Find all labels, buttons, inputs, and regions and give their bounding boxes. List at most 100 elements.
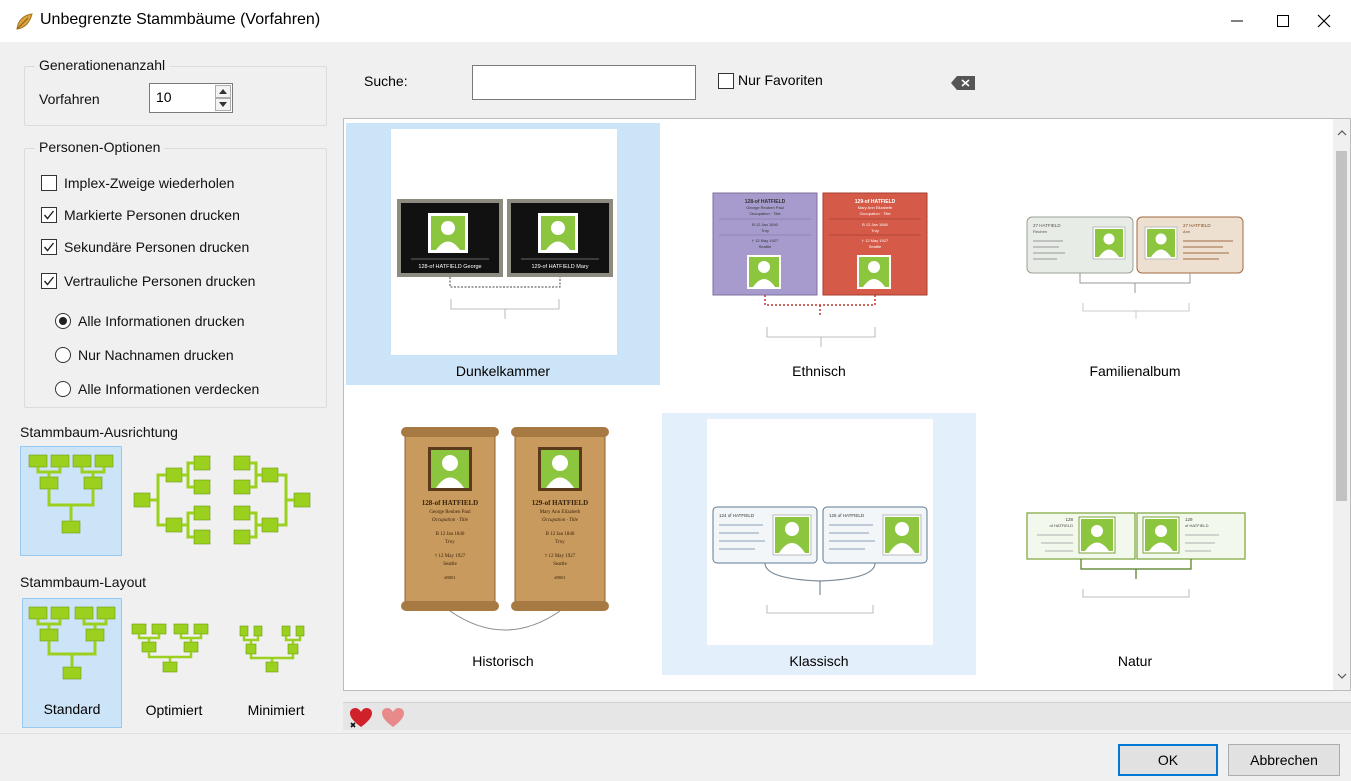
favorites-only-checkbox[interactable] — [718, 73, 734, 89]
historisch-left-name: George Reuben Paul — [429, 510, 471, 515]
ancestors-stepper[interactable]: 10 — [149, 83, 233, 113]
scroll-up-button[interactable] — [1333, 123, 1350, 143]
checkmark-icon — [43, 276, 55, 286]
gallery-scrollbar[interactable] — [1333, 119, 1350, 690]
template-tile-dunkelkammer[interactable]: 128-of HATFIELD George 129-of HATFIELD M… — [346, 123, 660, 385]
familienalbum-right-sub: Ann — [1183, 229, 1190, 234]
historisch-left-born: B 12 Jan 1840 — [436, 532, 465, 537]
historisch-left-id: #0001 — [444, 575, 455, 580]
familienalbum-right-title: 27 HATFIELD — [1183, 223, 1211, 228]
historisch-right-death-place: Seattle — [553, 562, 567, 567]
close-button[interactable] — [1301, 0, 1347, 42]
historisch-right-name: Mary Ann Elizabeth — [540, 510, 581, 515]
template-name: Dunkelkammer — [455, 363, 551, 379]
search-label: Suche: — [364, 73, 408, 89]
familienalbum-left-sub: Reuben — [1033, 229, 1047, 234]
secondary-persons-checkbox[interactable] — [41, 239, 57, 255]
confidential-persons-checkbox[interactable] — [41, 273, 57, 289]
template-thumbnail: 128-of HATFIELD George Reuben Paul Occup… — [391, 419, 617, 645]
layout-optimized-icon — [131, 623, 209, 673]
title-bar: Unbegrenzte Stammbäume (Vorfahren) — [0, 0, 1351, 42]
orientation-left-right[interactable] — [224, 446, 318, 556]
radio-all-info-label[interactable]: Alle Informationen drucken — [78, 313, 245, 329]
favorite-heart-icon[interactable] — [381, 707, 405, 729]
ethnic-preview: 128-of HATFIELD George Reuben Paul Occup… — [712, 192, 928, 347]
search-input[interactable] — [472, 65, 696, 100]
tree-top-down-icon — [28, 454, 114, 534]
scrollbar-thumb[interactable] — [1336, 151, 1347, 501]
clear-search-icon[interactable] — [951, 75, 977, 91]
ethnisch-left-name: George Reuben Paul — [746, 205, 784, 210]
scroll-down-button[interactable] — [1333, 666, 1350, 686]
radio-surnames-only-label[interactable]: Nur Nachnamen drucken — [78, 347, 234, 363]
checkmark-icon — [43, 242, 55, 252]
template-tile-ethnisch[interactable]: 128-of HATFIELD George Reuben Paul Occup… — [662, 123, 976, 385]
ethnisch-right-died: † 12 May 1927 — [862, 238, 889, 243]
implex-label[interactable]: Implex-Zweige wiederholen — [64, 175, 234, 191]
template-gallery[interactable]: 128-of HATFIELD George 129-of HATFIELD M… — [343, 118, 1351, 691]
confidential-persons-label[interactable]: Vertrauliche Personen drucken — [64, 273, 255, 289]
layout-minimized-icon — [239, 625, 305, 673]
marked-persons-checkbox[interactable] — [41, 207, 57, 223]
orientation-right-left[interactable] — [128, 446, 218, 556]
template-name: Ethnisch — [792, 363, 846, 379]
historisch-left-occupation: Occupation · Title — [432, 518, 469, 523]
ethnisch-left-death-place: Seattle — [759, 244, 772, 249]
implex-checkbox[interactable] — [41, 175, 57, 191]
natur-right-title: 129 — [1185, 517, 1193, 522]
marked-persons-label[interactable]: Markierte Personen drucken — [64, 207, 240, 223]
maximize-icon — [1277, 15, 1289, 27]
layout-title: Stammbaum-Layout — [20, 574, 147, 590]
historisch-right-place: Troy — [555, 540, 565, 545]
generations-group-label: Generationenanzahl — [35, 57, 170, 73]
layout-minimized[interactable]: Minimiert — [226, 598, 326, 728]
add-favorite-heart-icon[interactable] — [349, 707, 373, 729]
close-icon — [1317, 14, 1331, 28]
secondary-persons-label[interactable]: Sekundäre Personen drucken — [64, 239, 249, 255]
template-tile-klassisch[interactable]: 124 of HATFIELD 125 of HATFIELD Klassisc… — [662, 413, 976, 675]
ancestors-label: Vorfahren — [39, 91, 100, 107]
person-options-group-label: Personen-Optionen — [35, 139, 165, 155]
template-thumbnail: 128-of HATFIELD George Reuben Paul Occup… — [707, 129, 933, 355]
radio-all-info[interactable] — [55, 313, 71, 329]
person-options-group: Personen-Optionen Implex-Zweige wiederho… — [24, 139, 327, 408]
familienalbum-left-title: 27 HATFIELD — [1033, 223, 1061, 228]
layout-standard[interactable]: Standard — [22, 598, 122, 728]
ancestors-value[interactable]: 10 — [156, 89, 172, 105]
natur-right-sub: of HATFIELD — [1185, 523, 1209, 528]
ethnisch-left-born: B 12 Jan 1840 — [752, 222, 779, 227]
template-name: Historisch — [472, 653, 534, 669]
layout-minimized-label: Minimiert — [247, 702, 305, 718]
ethnisch-right-name: Mary Ann Elizabeth — [858, 205, 892, 210]
layout-optimized-label: Optimiert — [145, 702, 203, 718]
cancel-button[interactable]: Abbrechen — [1228, 744, 1340, 776]
generations-group: Generationenanzahl Vorfahren 10 — [24, 57, 327, 126]
orientation-top-down[interactable] — [20, 446, 122, 556]
window-title: Unbegrenzte Stammbäume (Vorfahren) — [40, 11, 321, 28]
increment-button[interactable] — [215, 85, 231, 98]
template-tile-natur[interactable]: 128 of HATFIELD 129 of HATFIELD Natur — [978, 413, 1292, 675]
historisch-right-occupation: Occupation · Title — [542, 518, 579, 523]
favorites-only-label[interactable]: Nur Favoriten — [738, 72, 823, 88]
favorites-toolbar — [343, 702, 1351, 730]
tree-right-left-icon — [133, 455, 211, 545]
template-name: Klassisch — [789, 653, 849, 669]
ok-button[interactable]: OK — [1118, 744, 1218, 776]
checkmark-icon — [43, 210, 55, 220]
minimize-icon — [1231, 20, 1243, 22]
radio-hide-all-label[interactable]: Alle Informationen verdecken — [78, 381, 259, 397]
arrow-up-icon — [219, 89, 227, 94]
minimize-button[interactable] — [1214, 0, 1260, 42]
dunkelkammer-right-name: 129-of HATFIELD Mary — [531, 264, 588, 270]
ethnisch-left-died: † 12 May 1927 — [752, 238, 779, 243]
radio-hide-all[interactable] — [55, 381, 71, 397]
template-tile-historisch[interactable]: 128-of HATFIELD George Reuben Paul Occup… — [346, 413, 660, 675]
historisch-left-death-place: Seattle — [443, 562, 457, 567]
maximize-button[interactable] — [1260, 0, 1306, 42]
decrement-button[interactable] — [215, 98, 231, 111]
ethnisch-right-place: Troy — [871, 228, 879, 233]
template-tile-familienalbum[interactable]: 27 HATFIELD Reuben 27 HATFIELD Ann Famil… — [978, 123, 1292, 385]
layout-optimized[interactable]: Optimiert — [124, 598, 224, 728]
historisch-left-place: Troy — [445, 540, 455, 545]
radio-surnames-only[interactable] — [55, 347, 71, 363]
